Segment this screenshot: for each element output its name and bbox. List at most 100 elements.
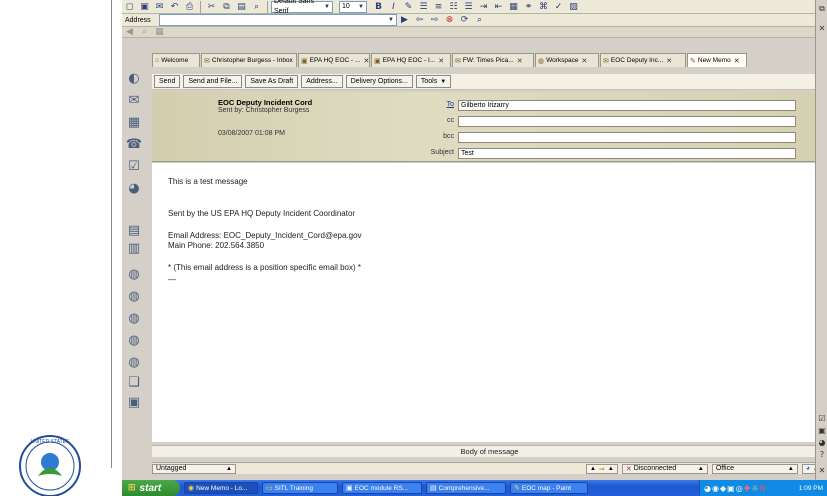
- start-button[interactable]: ⊞ start: [122, 480, 180, 496]
- tab-eoc-deputy[interactable]: ✉ EOC Deputy Inc... ✕: [600, 53, 686, 67]
- bullets-icon[interactable]: ☷: [447, 0, 460, 13]
- arrows-indicator[interactable]: ▲ ⇒ ▲: [586, 463, 618, 474]
- font-size-select[interactable]: 10 ▼: [339, 0, 367, 13]
- tab-fw-times[interactable]: ✉ FW: Times Pica... ✕: [452, 53, 534, 67]
- spell-check-icon[interactable]: ✓: [552, 0, 565, 13]
- save-icon[interactable]: ▣: [138, 0, 151, 13]
- connection-status[interactable]: ✕ Disconnected ▲: [621, 463, 708, 474]
- table-icon[interactable]: ▦: [507, 0, 520, 13]
- subject-field[interactable]: Test: [458, 148, 796, 159]
- copy-icon[interactable]: ⧉: [220, 0, 233, 13]
- send-button[interactable]: Send: [154, 75, 181, 88]
- workspace-db-icon[interactable]: ◍: [125, 310, 143, 328]
- stop-icon[interactable]: ⊗: [443, 14, 456, 27]
- cut-icon[interactable]: ✂: [205, 0, 218, 13]
- workspace-db-icon[interactable]: ◍: [125, 332, 143, 350]
- help-icon[interactable]: ?: [817, 450, 827, 460]
- calendar-icon[interactable]: ▦: [125, 114, 143, 132]
- taskbar-item[interactable]: ◉ New Memo - Lo...: [184, 482, 258, 494]
- tab-welcome[interactable]: ⌂ Welcome: [152, 53, 200, 67]
- tab-new-memo[interactable]: ✎ New Memo ✕: [687, 53, 747, 67]
- attach-icon[interactable]: ⌘: [537, 0, 550, 13]
- indent-icon[interactable]: ⇥: [477, 0, 490, 13]
- go-icon[interactable]: ▶: [398, 14, 411, 27]
- workspace-db-icon[interactable]: ◍: [125, 354, 143, 372]
- close-icon[interactable]: ✕: [582, 57, 588, 65]
- numbering-icon[interactable]: ☰: [462, 0, 475, 13]
- tray-icon[interactable]: ◆: [720, 484, 726, 493]
- tab-inbox[interactable]: ✉ Christopher Burgess - Inbox ✕: [201, 53, 297, 67]
- highlight-icon[interactable]: ✎: [402, 0, 415, 13]
- nav-back-icon[interactable]: ◀: [123, 26, 136, 39]
- send-and-file-button[interactable]: Send and File...: [183, 75, 243, 88]
- mail-icon[interactable]: ✉: [125, 92, 143, 110]
- italic-icon[interactable]: I: [387, 0, 400, 13]
- close-icon[interactable]: ✕: [817, 466, 827, 476]
- back-icon[interactable]: ⇦: [413, 14, 426, 27]
- bcc-field[interactable]: [458, 132, 796, 143]
- close-icon[interactable]: ✕: [517, 57, 523, 65]
- paste-icon[interactable]: ▤: [235, 0, 248, 13]
- replicator-icon[interactable]: ◐: [125, 70, 143, 88]
- contacts-icon[interactable]: ☎: [125, 136, 143, 154]
- category-selector[interactable]: Untagged ▲: [152, 463, 236, 474]
- panel-icon[interactable]: ▣: [817, 426, 827, 436]
- close-icon[interactable]: ✕: [438, 57, 444, 65]
- align-left-icon[interactable]: ☰: [417, 0, 430, 13]
- tray-icon[interactable]: ◕: [704, 484, 711, 493]
- link-icon[interactable]: ⚭: [522, 0, 535, 13]
- tray-icon[interactable]: N: [760, 484, 766, 493]
- to-label[interactable]: To: [412, 101, 454, 108]
- taskbar-item[interactable]: ✎ EOC map - Paint: [510, 482, 588, 494]
- bold-icon[interactable]: B: [372, 0, 385, 13]
- find-icon[interactable]: ⌕: [250, 0, 263, 13]
- undo-icon[interactable]: ↶: [168, 0, 181, 13]
- sametime-icon[interactable]: ◕: [125, 180, 143, 198]
- delivery-options-button[interactable]: Delivery Options...: [345, 75, 413, 88]
- taskbar-item[interactable]: ▭ SITL Training: [262, 482, 338, 494]
- new-item-icon[interactable]: ✉: [153, 0, 166, 13]
- nav-search-icon[interactable]: ⌕: [138, 26, 151, 39]
- tab-eoc-2[interactable]: ▣ EPA HQ EOC - I... ✕: [371, 53, 451, 67]
- tray-icon[interactable]: ◉: [712, 484, 719, 493]
- tray-icon[interactable]: ✚: [744, 484, 751, 493]
- panel-icon[interactable]: ☑: [817, 414, 827, 424]
- new-document-icon[interactable]: ◻: [123, 0, 136, 13]
- nav-grid-icon[interactable]: ▦: [153, 26, 166, 39]
- tab-workspace[interactable]: ◍ Workspace ✕: [535, 53, 599, 67]
- message-body-editor[interactable]: This is a test message Sent by the US EP…: [152, 163, 827, 442]
- sidebar-icon[interactable]: ⧉: [817, 4, 827, 14]
- forward-icon[interactable]: ⇨: [428, 14, 441, 27]
- close-icon[interactable]: ✕: [296, 57, 297, 65]
- image-icon[interactable]: ▨: [567, 0, 580, 13]
- cc-field[interactable]: [458, 116, 796, 127]
- to-field[interactable]: Gilberto Irizarry: [458, 100, 796, 111]
- close-icon[interactable]: ✕: [734, 57, 740, 65]
- print-icon[interactable]: ⎙: [183, 0, 196, 13]
- tab-eoc-1[interactable]: ▣ EPA HQ EOC - ... ✕: [298, 53, 370, 67]
- taskbar-item[interactable]: ▤ Comprehensive...: [426, 482, 506, 494]
- bookmark-icon[interactable]: ❑: [125, 374, 143, 392]
- close-icon[interactable]: ✕: [817, 24, 827, 34]
- panel-icon[interactable]: ◕: [817, 438, 827, 448]
- save-as-draft-button[interactable]: Save As Draft: [245, 75, 299, 88]
- tray-icon[interactable]: ☼: [751, 484, 758, 493]
- search-icon[interactable]: ⌕: [473, 14, 486, 27]
- close-icon[interactable]: ✕: [363, 57, 369, 65]
- tools-menu-button[interactable]: Tools ▼: [415, 75, 452, 88]
- tray-icon[interactable]: ▣: [727, 484, 735, 493]
- location-selector[interactable]: Office ▲: [711, 463, 798, 474]
- todo-icon[interactable]: ☑: [125, 158, 143, 176]
- notebook-icon[interactable]: ▥: [125, 240, 143, 258]
- address-button[interactable]: Address...: [301, 75, 343, 88]
- trash-icon[interactable]: ▣: [125, 394, 143, 412]
- outdent-icon[interactable]: ⇤: [492, 0, 505, 13]
- font-name-select[interactable]: Default Sans Serif ▼: [271, 0, 333, 15]
- close-icon[interactable]: ✕: [666, 57, 672, 65]
- align-center-icon[interactable]: ≡: [432, 0, 445, 13]
- tray-icon[interactable]: ◎: [736, 484, 743, 493]
- taskbar-item[interactable]: ▣ EOC module RS...: [342, 482, 422, 494]
- address-input[interactable]: ▼: [159, 14, 397, 26]
- workspace-db-icon[interactable]: ◍: [125, 266, 143, 284]
- refresh-icon[interactable]: ⟳: [458, 14, 471, 27]
